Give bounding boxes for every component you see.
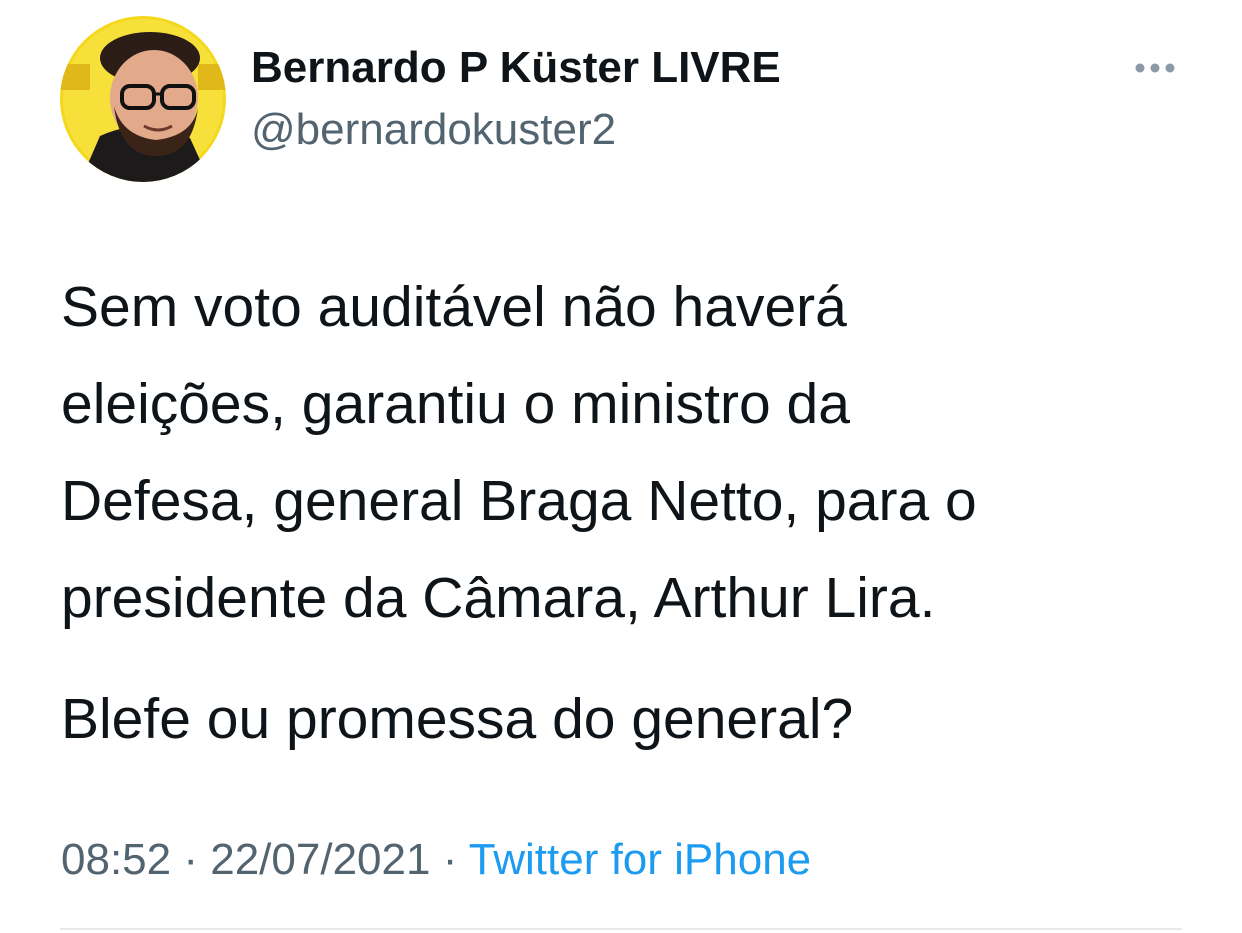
more-horizontal-icon	[1135, 63, 1175, 73]
meta-separator: ·	[442, 835, 458, 884]
tweet-text-line: Defesa, general Braga Netto, para o	[61, 469, 977, 533]
avatar[interactable]	[60, 16, 226, 182]
avatar-image	[60, 16, 226, 182]
meta-separator: ·	[183, 835, 198, 884]
tweet-text-line: eleições, garantiu o ministro da	[61, 372, 850, 436]
more-options-button[interactable]	[1126, 48, 1186, 88]
tweet-source-link[interactable]: Twitter for iPhone	[469, 835, 811, 884]
tweet-text: Sem voto auditável não haverá eleições, …	[61, 259, 1181, 768]
divider	[60, 928, 1182, 930]
tweet-date[interactable]: 22/07/2021	[210, 835, 430, 884]
tweet-text-line: Sem voto auditável não haverá	[61, 275, 847, 339]
author-handle[interactable]: @bernardokuster2	[251, 104, 616, 156]
author-display-name[interactable]: Bernardo P Küster LIVRE	[251, 42, 781, 94]
tweet-metadata: 08:52 · 22/07/2021 · Twitter for iPhone	[61, 833, 811, 887]
tweet-question: Blefe ou promessa do general?	[61, 687, 854, 751]
tweet-time[interactable]: 08:52	[61, 835, 171, 884]
tweet-text-line: presidente da Câmara, Arthur Lira.	[61, 566, 936, 630]
